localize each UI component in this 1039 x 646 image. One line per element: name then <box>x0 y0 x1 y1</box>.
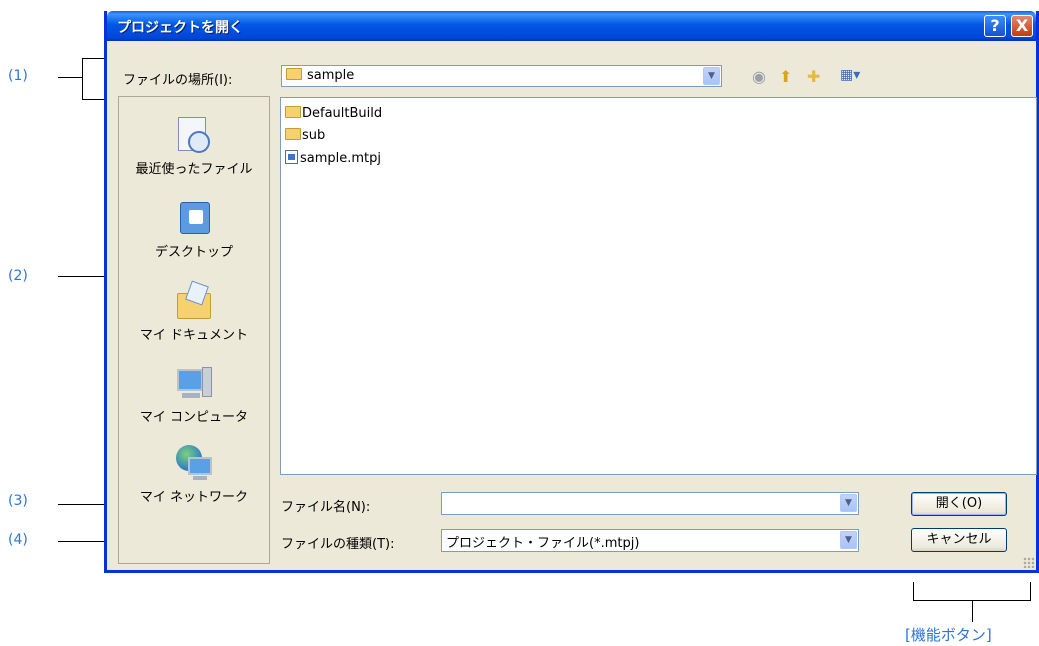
project-file-icon <box>285 150 298 164</box>
annotation-line-1 <box>58 77 82 78</box>
folder-icon <box>285 128 301 140</box>
folder-icon <box>286 68 302 80</box>
look-in-combo[interactable]: sample ▼ <box>281 65 722 87</box>
my-computer-icon <box>174 365 214 403</box>
annotation-bracket-1-bottom <box>82 99 104 100</box>
filetype-label: ファイルの種類(T): <box>281 537 395 552</box>
cancel-button[interactable]: キャンセル <box>911 528 1007 552</box>
new-folder-icon[interactable]: ✚ <box>807 67 820 86</box>
file-name: sample.mtpj <box>300 151 382 166</box>
list-item-folder[interactable]: sub <box>285 128 325 143</box>
places-bar: 最近使ったファイル デスクトップ マイ ドキュメント マイ コンピュータ マイ … <box>118 96 270 564</box>
look-in-label: ファイルの場所(I): <box>123 73 233 88</box>
function-buttons-bracket-left <box>913 582 914 600</box>
place-label: マイ コンピュータ <box>139 410 249 425</box>
annotation-bracket-1 <box>82 58 83 100</box>
place-label: 最近使ったファイル <box>135 162 253 177</box>
close-button[interactable]: X <box>1011 15 1033 37</box>
dialog-title: プロジェクトを開く <box>117 20 243 36</box>
annotation-label-3: (3) <box>8 493 28 509</box>
desktop-icon <box>174 200 214 238</box>
help-button[interactable]: ? <box>984 15 1006 37</box>
list-item-file[interactable]: sample.mtpj <box>285 150 381 166</box>
file-list[interactable]: DefaultBuild sub sample.mtpj <box>280 97 1037 475</box>
annotation-label-function-buttons: [機能ボタン] <box>905 626 992 644</box>
annotation-label-4: (4) <box>8 532 28 548</box>
place-recent-files[interactable]: 最近使ったファイル <box>119 117 269 177</box>
open-button[interactable]: 開く(O) <box>911 492 1007 516</box>
place-my-documents[interactable]: マイ ドキュメント <box>119 280 269 343</box>
filename-label: ファイル名(N): <box>281 500 371 515</box>
function-buttons-bracket-stem <box>972 600 973 622</box>
view-menu-icon[interactable]: ▦▾ <box>840 67 860 83</box>
file-name: DefaultBuild <box>302 106 383 121</box>
place-my-computer[interactable]: マイ コンピュータ <box>119 365 269 425</box>
open-project-dialog: プロジェクトを開く ? X ファイルの場所(I): sample ▼ ◉ ⬆ ✚… <box>104 11 1039 573</box>
list-item-folder[interactable]: DefaultBuild <box>285 106 382 121</box>
annotation-bracket-1-top <box>82 58 104 59</box>
annotation-label-2: (2) <box>8 268 28 284</box>
my-network-icon <box>174 445 214 483</box>
recent-files-icon <box>174 117 214 155</box>
chevron-down-icon[interactable]: ▼ <box>840 531 857 549</box>
filename-input[interactable]: ▼ <box>441 492 859 515</box>
place-label: マイ ドキュメント <box>139 328 249 343</box>
up-folder-icon[interactable]: ⬆ <box>779 67 792 86</box>
file-name: sub <box>302 128 326 143</box>
filetype-select[interactable]: プロジェクト・ファイル(*.mtpj) ▼ <box>441 529 859 552</box>
place-label: マイ ネットワーク <box>139 490 249 505</box>
resize-grip[interactable] <box>1023 557 1034 568</box>
place-label: デスクトップ <box>154 245 233 260</box>
look-in-value-wrap: sample <box>286 68 354 83</box>
annotation-label-1: (1) <box>8 68 28 84</box>
chevron-down-icon[interactable]: ▼ <box>703 67 720 85</box>
function-buttons-bracket-right <box>1030 582 1031 600</box>
title-bar[interactable]: プロジェクトを開く ? X <box>107 11 1036 41</box>
place-my-network[interactable]: マイ ネットワーク <box>119 445 269 505</box>
back-icon[interactable]: ◉ <box>752 67 766 86</box>
chevron-down-icon[interactable]: ▼ <box>840 494 857 512</box>
filetype-value: プロジェクト・ファイル(*.mtpj) <box>446 536 640 551</box>
folder-icon <box>285 106 301 118</box>
look-in-value: sample <box>307 68 355 83</box>
place-desktop[interactable]: デスクトップ <box>119 200 269 260</box>
my-documents-icon <box>174 280 214 321</box>
